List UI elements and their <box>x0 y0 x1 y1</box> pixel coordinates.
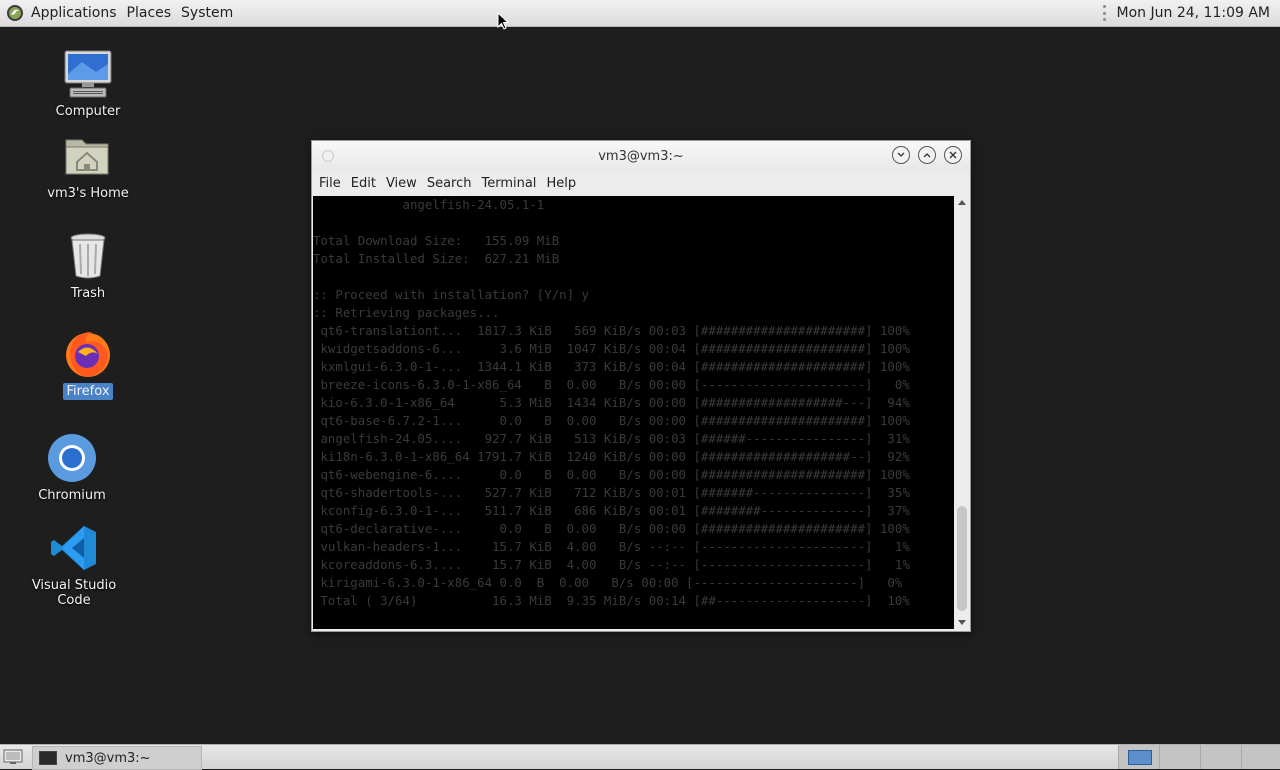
terminal-line: Total ( 3/64) 16.3 MiB 9.35 MiB/s 00:14 … <box>313 593 910 608</box>
terminal-line: qt6-declarative-... 0.0 B 0.00 B/s 00:00… <box>313 521 910 536</box>
home-folder-icon <box>62 130 114 182</box>
scrollbar-thumb[interactable] <box>957 506 967 611</box>
desktop-icon-label: Trash <box>70 286 106 301</box>
terminal-line: angelfish-24.05.1-1 <box>313 197 545 212</box>
panel-handle-icon <box>1102 5 1107 21</box>
terminal-line: breeze-icons-6.3.0-1-x86_64 B 0.00 B/s 0… <box>313 377 910 392</box>
desktop-icon-vscode[interactable]: Visual Studio Code <box>14 522 134 609</box>
terminal-line: vulkan-headers-1... 15.7 KiB 4.00 B/s --… <box>313 539 910 554</box>
top-menu: Applications Places System <box>0 0 238 26</box>
menu-file[interactable]: File <box>314 176 346 191</box>
desktop-icon-label: vm3's Home <box>47 186 129 201</box>
scroll-down-icon[interactable] <box>958 620 966 625</box>
desktop-icon-label: Firefox <box>63 383 113 400</box>
window-title: vm3@vm3:~ <box>598 148 684 164</box>
taskbar-item-terminal[interactable]: vm3@vm3:~ <box>32 746 202 770</box>
workspace-2[interactable] <box>1159 745 1200 769</box>
workspace-window-preview <box>1128 750 1152 765</box>
show-desktop-icon[interactable] <box>3 748 23 765</box>
menu-help[interactable]: Help <box>541 176 581 191</box>
mate-logo-icon[interactable] <box>4 2 26 24</box>
desktop-icon-chromium[interactable]: Chromium <box>12 432 132 504</box>
desktop-icon-label: Computer <box>55 104 121 119</box>
maximize-button[interactable] <box>918 146 936 164</box>
desktop-icon-trash[interactable]: Trash <box>28 230 148 302</box>
terminal-line: kxmlgui-6.3.0-1-... 1344.1 KiB 373 KiB/s… <box>313 359 910 374</box>
computer-icon <box>62 48 114 100</box>
mouse-pointer-icon <box>497 12 509 30</box>
close-icon <box>949 151 957 159</box>
scroll-up-icon[interactable] <box>958 200 966 205</box>
menu-system[interactable]: System <box>176 0 238 26</box>
terminal-line: qt6-webengine-6.... 0.0 B 0.00 B/s 00:00… <box>313 467 910 482</box>
top-panel-right: Mon Jun 24, 11:09 AM <box>1102 0 1280 26</box>
workspace-1[interactable] <box>1118 745 1159 769</box>
workspace-3[interactable] <box>1200 745 1241 769</box>
menu-edit[interactable]: Edit <box>346 176 381 191</box>
terminal-output[interactable]: angelfish-24.05.1-1 Total Download Size: … <box>313 196 954 629</box>
terminal-line: Total Download Size: 155.09 MiB <box>313 233 560 248</box>
desktop-icon-label: Visual Studio Code <box>31 578 117 608</box>
bottom-panel: vm3@vm3:~ <box>0 744 1280 770</box>
window-menu-icon[interactable] <box>322 150 334 162</box>
menu-applications[interactable]: Applications <box>26 0 122 26</box>
terminal-line: angelfish-24.05.... 927.7 KiB 513 KiB/s … <box>313 431 910 446</box>
clock[interactable]: Mon Jun 24, 11:09 AM <box>1117 5 1270 21</box>
terminal-line: Total Installed Size: 627.21 MiB <box>313 251 560 266</box>
terminal-icon <box>39 751 57 765</box>
terminal-line: kconfig-6.3.0-1-... 511.7 KiB 686 KiB/s … <box>313 503 910 518</box>
chevron-up-icon <box>923 153 931 158</box>
terminal-line: ki18n-6.3.0-1-x86_64 1791.7 KiB 1240 KiB… <box>313 449 910 464</box>
desktop-icon-firefox[interactable]: Firefox <box>28 328 148 400</box>
terminal-line: kirigami-6.3.0-1-x86_64 0.0 B 0.00 B/s 0… <box>313 575 903 590</box>
terminal-line: kcoreaddons-6.3.... 15.7 KiB 4.00 B/s --… <box>313 557 910 572</box>
menu-places[interactable]: Places <box>122 0 177 26</box>
firefox-icon <box>62 328 114 380</box>
trash-icon <box>62 230 114 282</box>
menu-search[interactable]: Search <box>422 176 477 191</box>
terminal-line: :: Proceed with installation? [Y/n] y <box>313 287 590 302</box>
menu-terminal[interactable]: Terminal <box>476 176 541 191</box>
workspace-4[interactable] <box>1241 745 1280 769</box>
chevron-down-icon <box>897 152 905 157</box>
terminal-line: :: Retrieving packages... <box>313 305 500 320</box>
terminal-line: qt6-base-6.7.2-1... 0.0 B 0.00 B/s 00:00… <box>313 413 910 428</box>
top-panel: Applications Places System Mon Jun 24, 1… <box>0 0 1280 27</box>
minimize-button[interactable] <box>892 146 910 164</box>
terminal-line: kio-6.3.0-1-x86_64 5.3 MiB 1434 KiB/s 00… <box>313 395 910 410</box>
menu-view[interactable]: View <box>381 176 422 191</box>
terminal-scrollbar[interactable] <box>955 196 969 629</box>
desktop-icon-home[interactable]: vm3's Home <box>28 130 148 202</box>
taskbar-item-label: vm3@vm3:~ <box>65 750 151 766</box>
chromium-icon <box>46 432 98 484</box>
window-controls <box>892 146 962 164</box>
desktop-icon-label: Chromium <box>38 488 106 503</box>
terminal-menubar: File Edit View Search Terminal Help <box>312 171 970 195</box>
terminal-line: qt6-translationt... 1817.3 KiB 569 KiB/s… <box>313 323 910 338</box>
window-titlebar[interactable]: vm3@vm3:~ <box>312 141 970 171</box>
vscode-icon <box>48 522 100 574</box>
terminal-window[interactable]: vm3@vm3:~ File Edit View Search Terminal… <box>311 140 971 632</box>
terminal-line: qt6-shadertools-... 527.7 KiB 712 KiB/s … <box>313 485 910 500</box>
terminal-line: kwidgetsaddons-6... 3.6 MiB 1047 KiB/s 0… <box>313 341 910 356</box>
close-button[interactable] <box>944 146 962 164</box>
desktop-icon-computer[interactable]: Computer <box>28 48 148 120</box>
